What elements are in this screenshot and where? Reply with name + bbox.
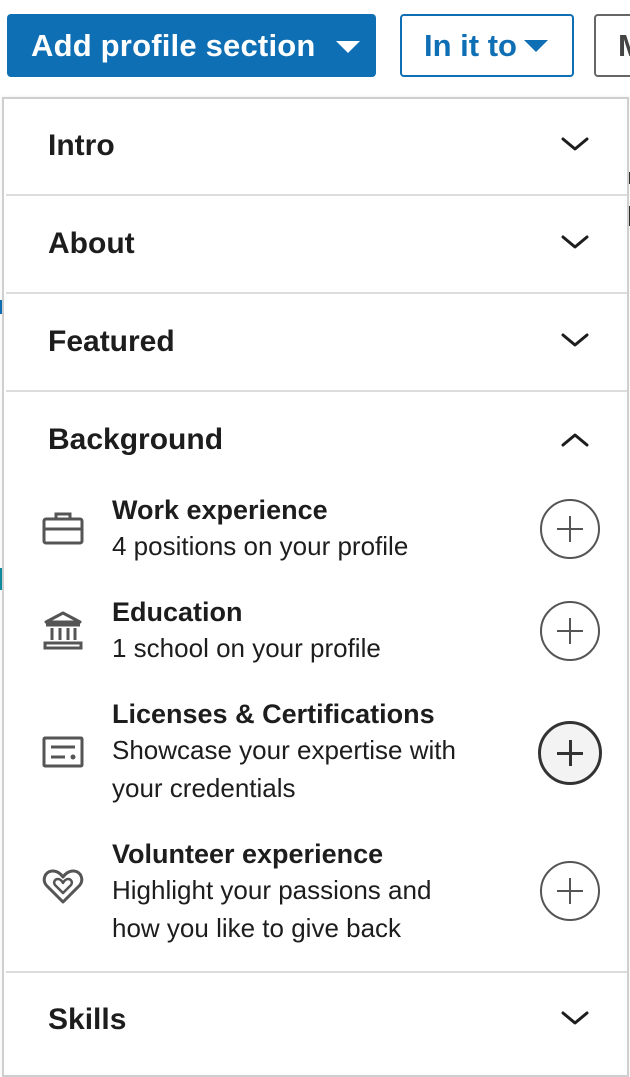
heart-icon bbox=[42, 869, 84, 904]
chevron-down-icon bbox=[561, 235, 589, 249]
section-about[interactable]: About bbox=[6, 197, 627, 294]
section-title-about: About bbox=[48, 227, 135, 260]
chevron-down-icon bbox=[561, 1011, 589, 1025]
item-description: Highlight your passions and bbox=[112, 875, 432, 905]
open-to-label: In it to bbox=[424, 27, 517, 63]
more-button[interactable]: M bbox=[594, 14, 630, 77]
more-label: M bbox=[618, 28, 630, 64]
section-title-background: Background bbox=[48, 423, 224, 456]
add-profile-section-button[interactable]: Add profile section bbox=[7, 14, 376, 77]
item-name: Licenses & Certifications bbox=[112, 699, 435, 729]
caret-down-icon bbox=[336, 41, 360, 53]
item-description: how you like to give back bbox=[112, 913, 402, 943]
section-title-intro: Intro bbox=[48, 129, 115, 162]
caret-down-icon bbox=[524, 40, 548, 52]
open-to-button[interactable]: In it to bbox=[400, 14, 574, 77]
chevron-up-icon bbox=[561, 433, 589, 447]
item-name: Volunteer experience bbox=[112, 839, 384, 869]
background-item-volunteer-experience: Volunteer experience Highlight your pass… bbox=[6, 837, 627, 977]
section-skills[interactable]: Skills bbox=[6, 973, 627, 1070]
item-description: 4 positions on your profile bbox=[112, 531, 409, 561]
briefcase-icon bbox=[42, 512, 84, 545]
school-icon bbox=[43, 611, 83, 650]
add-work-experience-button[interactable] bbox=[540, 499, 600, 559]
item-description: your credentials bbox=[112, 773, 296, 803]
certificate-icon bbox=[42, 736, 84, 768]
item-description: 1 school on your profile bbox=[112, 633, 381, 663]
add-section-dropdown: Intro About Featured Background Work exp… bbox=[2, 97, 629, 1077]
item-name: Education bbox=[112, 597, 243, 627]
chevron-down-icon bbox=[561, 137, 589, 151]
item-name: Work experience bbox=[112, 495, 328, 525]
item-description: Showcase your expertise with bbox=[112, 735, 456, 765]
add-license-certification-button[interactable] bbox=[538, 721, 602, 785]
add-profile-section-label: Add profile section bbox=[31, 27, 316, 63]
section-featured[interactable]: Featured bbox=[6, 295, 627, 392]
section-background[interactable]: Background bbox=[6, 393, 627, 490]
section-title-featured: Featured bbox=[48, 325, 175, 358]
background-item-work-experience: Work experience 4 positions on your prof… bbox=[6, 493, 627, 593]
add-volunteer-experience-button[interactable] bbox=[540, 861, 600, 921]
add-education-button[interactable] bbox=[540, 601, 600, 661]
background-item-licenses-certifications: Licenses & Certifications Showcase your … bbox=[6, 697, 627, 837]
section-title-skills: Skills bbox=[48, 1003, 127, 1036]
chevron-down-icon bbox=[561, 333, 589, 347]
background-item-education: Education 1 school on your profile bbox=[6, 595, 627, 695]
section-intro[interactable]: Intro bbox=[6, 99, 627, 196]
